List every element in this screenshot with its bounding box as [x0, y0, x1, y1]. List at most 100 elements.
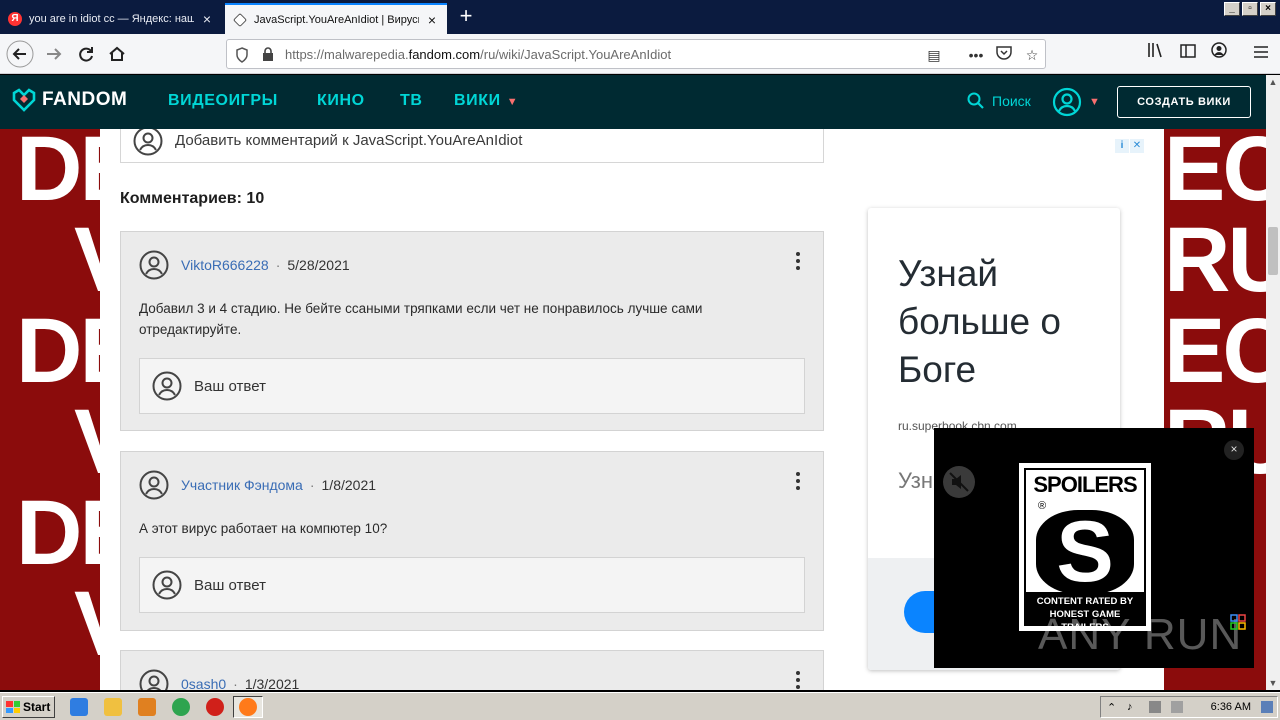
add-comment-placeholder: Добавить комментарий к JavaScript.YouAre…	[175, 132, 523, 149]
reply-input[interactable]: Ваш ответ	[139, 557, 805, 613]
comment-header: Участник Фэндома · 1/8/2021	[139, 470, 376, 500]
lock-icon[interactable]	[261, 46, 275, 62]
chevron-down-icon[interactable]: ▼	[1089, 96, 1100, 108]
reply-input[interactable]: Ваш ответ	[139, 358, 805, 414]
firefox-icon	[239, 698, 257, 716]
separator-dot: ·	[309, 477, 315, 493]
home-button[interactable]	[103, 40, 131, 68]
video-overlay[interactable]: × SPOILERS ® S CONTENT RATED BY HONEST G…	[934, 428, 1254, 668]
nav-wikis[interactable]: ВИКИ ▼	[454, 92, 518, 110]
background-text: ECT	[1164, 300, 1266, 402]
mute-icon[interactable]	[943, 466, 975, 498]
player-logo-icon	[1230, 614, 1246, 630]
page-scrollbar[interactable]: ▲ ▼	[1266, 75, 1280, 690]
network-icon[interactable]	[1149, 701, 1161, 713]
tab-label: JavaScript.YouAreAnIdiot | Вирусы	[254, 13, 419, 26]
url-bar[interactable]: https://malwarepedia.fandom.com/ru/wiki/…	[226, 39, 1046, 69]
rating-bottom-line-1: CONTENT RATED BY	[1036, 596, 1134, 607]
chrome-icon[interactable]	[172, 698, 190, 716]
shield-icon[interactable]	[235, 47, 249, 63]
minimize-button[interactable]: _	[1224, 2, 1240, 16]
rating-top: SPOILERS	[1026, 470, 1144, 500]
fandom-heart-icon	[12, 88, 36, 112]
more-options-icon[interactable]	[795, 472, 801, 492]
library-icon[interactable]	[1144, 42, 1168, 66]
show-desktop-icon[interactable]	[1261, 701, 1273, 713]
fandom-icon	[232, 12, 248, 27]
new-tab-button[interactable]: +	[455, 5, 477, 29]
url-text: https://malwarepedia.fandom.com/ru/wiki/…	[285, 47, 672, 62]
user-avatar-icon	[139, 470, 169, 500]
scrollbar-thumb[interactable]	[1268, 227, 1278, 275]
more-options-icon[interactable]	[795, 671, 801, 690]
firefox-taskbar-button[interactable]	[233, 696, 263, 718]
start-button[interactable]: Start	[2, 696, 55, 718]
reader-view-icon[interactable]: ▤	[923, 44, 945, 66]
reload-button[interactable]	[72, 40, 100, 68]
search-button[interactable]: Поиск	[967, 92, 1031, 109]
comment-author-link[interactable]: Участник Фэндома	[181, 477, 303, 493]
nav-tv[interactable]: ТВ	[400, 92, 423, 110]
tab-yandex-search[interactable]: Я you are in idiot cc — Яндекс: нашл ×	[0, 3, 222, 34]
separator-dot: ·	[233, 676, 238, 690]
close-window-button[interactable]: ×	[1260, 2, 1276, 16]
tab-fandom-page[interactable]: JavaScript.YouAreAnIdiot | Вирусы ×	[225, 3, 447, 34]
fandom-header: FANDOM ВИДЕОИГРЫ КИНО ТВ ВИКИ ▼ Поиск ▼ С…	[0, 75, 1266, 129]
start-label: Start	[23, 700, 51, 714]
close-tab-icon[interactable]: ×	[425, 12, 439, 28]
bookmark-star-icon[interactable]: ☆	[1021, 44, 1043, 66]
user-avatar-icon	[152, 570, 182, 600]
comment-text: Добавил 3 и 4 стадию. Не бейте ссаными т…	[139, 301, 703, 337]
scroll-down-icon[interactable]: ▼	[1266, 676, 1280, 690]
menu-icon[interactable]	[1249, 42, 1273, 66]
ad-info-icon[interactable]: i	[1115, 139, 1129, 153]
nav-movies[interactable]: КИНО	[317, 92, 365, 110]
maximize-button[interactable]: ▫	[1242, 2, 1258, 16]
reply-placeholder: Ваш ответ	[194, 377, 266, 395]
media-player-icon[interactable]	[138, 698, 156, 716]
comment-author-link[interactable]: ViktoR666228	[181, 257, 269, 273]
close-video-icon[interactable]: ×	[1224, 440, 1244, 460]
pocket-icon[interactable]	[993, 44, 1015, 66]
user-avatar-icon	[152, 371, 182, 401]
comment-date: 1/8/2021	[321, 477, 377, 493]
reload-icon	[79, 47, 93, 62]
clock: 6:36 AM	[1210, 701, 1251, 713]
back-button[interactable]	[6, 40, 34, 68]
internet-explorer-icon[interactable]	[70, 698, 88, 716]
close-tab-icon[interactable]: ×	[200, 11, 214, 27]
windows-taskbar: Start ⌃ ♪ 6:36 AM	[0, 692, 1280, 720]
background-text: RUS	[1164, 209, 1266, 311]
volume-icon[interactable]: ♪	[1127, 701, 1139, 713]
nav-videogames[interactable]: ВИДЕОИГРЫ	[168, 92, 278, 110]
back-arrow-icon	[6, 40, 34, 68]
registered-mark: ®	[1038, 500, 1047, 512]
sidebar-icon[interactable]	[1176, 42, 1200, 66]
comments-count: Комментариев: 10	[120, 190, 265, 207]
more-options-icon[interactable]	[795, 252, 801, 272]
comment-card: 0sash0 · 1/3/2021	[120, 650, 824, 690]
comment-date: 1/3/2021	[244, 676, 300, 690]
user-avatar-icon[interactable]	[1052, 87, 1082, 117]
window-controls: _ ▫ ×	[1222, 2, 1276, 16]
chevron-down-icon: ▼	[506, 96, 519, 108]
system-tray: ⌃ ♪ 6:36 AM	[1100, 696, 1278, 718]
ad-title: Узнай больше о Боге	[898, 253, 1061, 390]
comment-author-link[interactable]: 0sash0	[181, 676, 226, 690]
ad-close-icon[interactable]: ✕	[1130, 139, 1144, 153]
rating-letter: S	[1036, 509, 1134, 595]
ad-subtitle: Узн	[898, 468, 933, 493]
more-actions-icon[interactable]: •••	[965, 44, 987, 66]
ad-choices[interactable]: i ✕	[1114, 139, 1144, 153]
security-icon[interactable]	[1171, 701, 1183, 713]
forward-button[interactable]	[40, 40, 68, 68]
file-explorer-icon[interactable]	[104, 698, 122, 716]
scroll-up-icon[interactable]: ▲	[1266, 75, 1280, 89]
tray-arrow-icon[interactable]: ⌃	[1107, 701, 1119, 714]
browser-tab-bar: Я you are in idiot cc — Яндекс: нашл × J…	[0, 0, 1280, 34]
create-wiki-button[interactable]: СОЗДАТЬ ВИКИ	[1117, 86, 1251, 118]
fandom-logo[interactable]: FANDOM	[12, 88, 127, 112]
comment-header: 0sash0 · 1/3/2021	[139, 669, 299, 690]
account-icon[interactable]	[1207, 42, 1231, 66]
opera-icon[interactable]	[206, 698, 224, 716]
